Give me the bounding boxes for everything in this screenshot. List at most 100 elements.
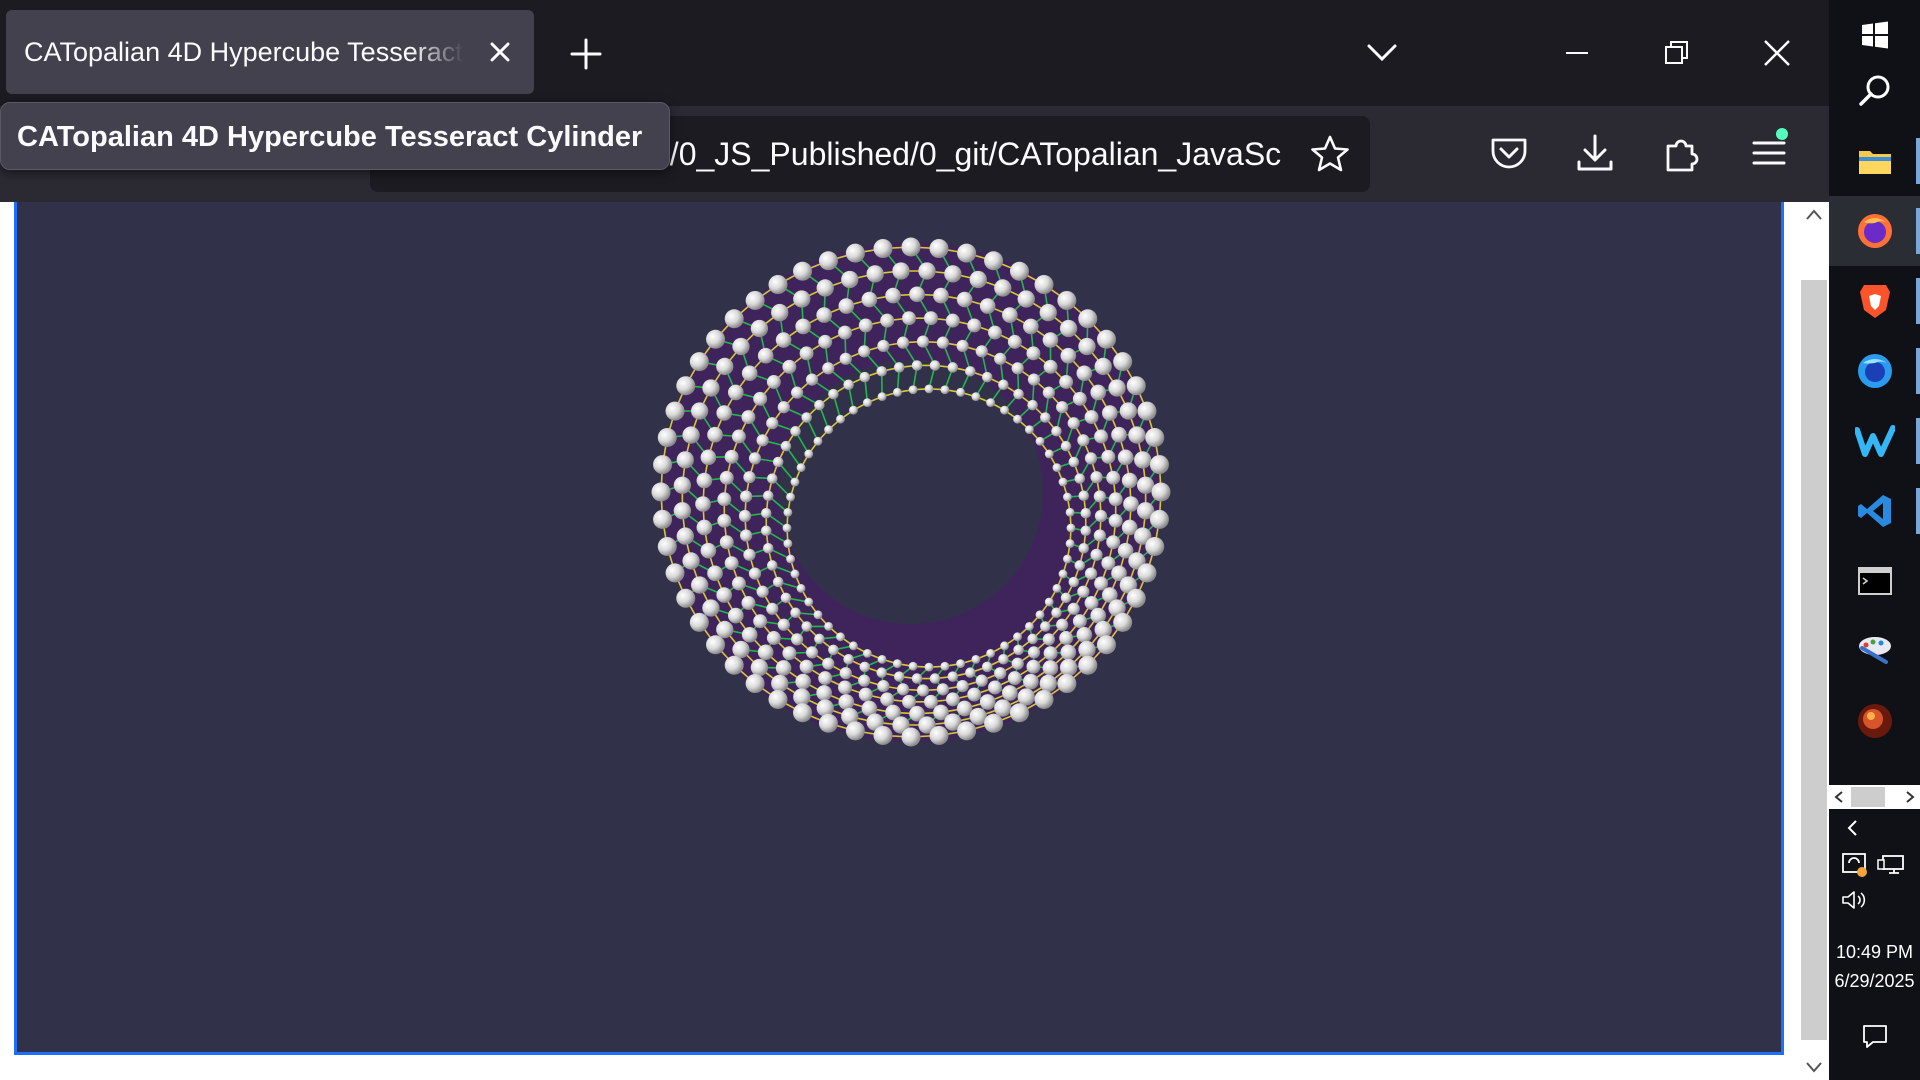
running-indicator [1916, 208, 1920, 254]
vertex-sphere [691, 402, 709, 420]
vertex-sphere [724, 309, 744, 329]
puzzle-icon[interactable] [1662, 132, 1704, 174]
vertex-sphere [818, 251, 838, 271]
update-badge [1776, 128, 1788, 140]
vertex-sphere [861, 291, 878, 308]
clock-date[interactable]: 6/29/2025 [1829, 971, 1920, 992]
vertex-sphere [1025, 425, 1034, 434]
download-icon[interactable] [1574, 132, 1616, 174]
vertex-sphere [772, 576, 784, 588]
vertical-scrollbar[interactable] [1799, 202, 1829, 1080]
vertex-sphere [813, 436, 823, 446]
scroll-down-arrow-icon[interactable] [1805, 1060, 1823, 1074]
vertex-sphere [1078, 309, 1098, 329]
vertex-sphere [793, 261, 813, 281]
firefox-developer-icon[interactable] [1829, 336, 1920, 406]
vertex-sphere [1077, 434, 1090, 447]
terminal-icon[interactable] [1829, 546, 1920, 616]
vertex-sphere [1058, 569, 1068, 579]
url-text[interactable]: e/0_JS_Published/0_git/CATopalian_JavaSc… [652, 116, 1282, 192]
close-icon[interactable] [484, 36, 516, 68]
vertex-sphere [988, 325, 1002, 340]
vertex-sphere [768, 689, 788, 709]
vertex-sphere [859, 661, 871, 673]
vertex-sphere [965, 366, 976, 377]
volume-icon[interactable] [1841, 889, 1869, 911]
webgl-canvas[interactable] [14, 202, 1784, 1055]
vertex-sphere [957, 721, 977, 741]
search-icon[interactable] [1829, 56, 1920, 126]
hypercube-cylinder-render[interactable] [17, 202, 1781, 1052]
vertex-sphere [1145, 427, 1165, 447]
vertex-sphere [775, 660, 792, 676]
vertex-sphere [1113, 352, 1133, 372]
vertex-sphere [728, 384, 744, 401]
scrollbar-thumb[interactable] [1801, 280, 1827, 1040]
chevron-right-icon[interactable] [1904, 790, 1916, 804]
running-indicator [1916, 278, 1920, 324]
vertex-sphere [979, 694, 996, 710]
running-indicator [1916, 138, 1920, 184]
windows-taskbar: 10:49 PM 6/29/2025 [1829, 0, 1920, 1080]
sync-tray-icon[interactable] [1841, 852, 1869, 878]
vertex-sphere [916, 684, 930, 697]
vertex-sphere [1009, 703, 1029, 723]
vertex-sphere [1058, 477, 1068, 487]
vertex-sphere [1121, 472, 1138, 489]
vertex-sphere [772, 456, 784, 468]
vertex-sphere [1074, 473, 1085, 484]
vertex-sphere [1007, 671, 1022, 686]
vertex-sphere [956, 339, 969, 353]
vertex-sphere [706, 635, 726, 655]
vertex-sphere [911, 673, 923, 684]
vertex-sphere [1084, 567, 1098, 580]
game-app-icon[interactable] [1829, 686, 1920, 756]
vertex-sphere [717, 513, 732, 528]
restore-icon[interactable] [1664, 38, 1690, 68]
pocket-icon[interactable] [1488, 132, 1530, 174]
vertex-sphere [724, 449, 739, 464]
taskbar-scroll-thumb[interactable] [1851, 787, 1885, 807]
clock-time[interactable]: 10:49 PM [1829, 942, 1920, 963]
brave-icon[interactable] [1829, 266, 1920, 336]
vertex-sphere [957, 243, 977, 263]
vertex-sphere [816, 699, 834, 717]
plus-icon[interactable] [568, 36, 604, 72]
vertex-sphere [796, 583, 806, 593]
star-icon[interactable] [1310, 134, 1350, 174]
vertex-sphere [956, 679, 969, 693]
vertex-sphere [1023, 318, 1039, 335]
minimize-icon[interactable] [1564, 40, 1590, 66]
vertex-sphere [1074, 560, 1085, 571]
vertex-sphere [862, 398, 872, 408]
vertex-sphere [1137, 563, 1157, 583]
vertex-sphere [731, 576, 746, 591]
file-explorer-icon[interactable] [1829, 126, 1920, 196]
vertex-sphere [782, 523, 792, 533]
vertex-sphere [979, 298, 996, 314]
wave-browser-icon[interactable] [1829, 406, 1920, 476]
chevron-left-icon[interactable] [1833, 790, 1845, 804]
vertex-sphere [1013, 388, 1024, 400]
chevron-down-icon[interactable] [1365, 38, 1399, 66]
paint-app-icon[interactable] [1829, 616, 1920, 686]
vertex-sphere [859, 371, 871, 383]
vscode-icon[interactable] [1829, 476, 1920, 546]
vertex-sphere [702, 379, 720, 397]
vertex-sphere [893, 362, 905, 373]
vertex-sphere [929, 673, 941, 684]
vertex-sphere [956, 387, 965, 397]
vertex-sphere [745, 290, 765, 310]
taskbar-scroll[interactable] [1829, 785, 1920, 809]
network-icon[interactable] [1877, 854, 1905, 876]
vertex-sphere [986, 398, 996, 408]
vertex-sphere [782, 359, 797, 374]
browser-tab[interactable]: CATopalian 4D Hypercube Tesseract Cylind… [6, 10, 534, 94]
scroll-up-arrow-icon[interactable] [1805, 208, 1823, 222]
notification-center-icon[interactable] [1861, 1023, 1889, 1049]
show-hidden-icons-chevron-icon[interactable] [1845, 818, 1859, 838]
close-icon[interactable] [1762, 38, 1792, 68]
vertex-sphere [1123, 496, 1139, 512]
firefox-icon[interactable] [1829, 196, 1920, 266]
vertex-sphere [947, 671, 959, 682]
